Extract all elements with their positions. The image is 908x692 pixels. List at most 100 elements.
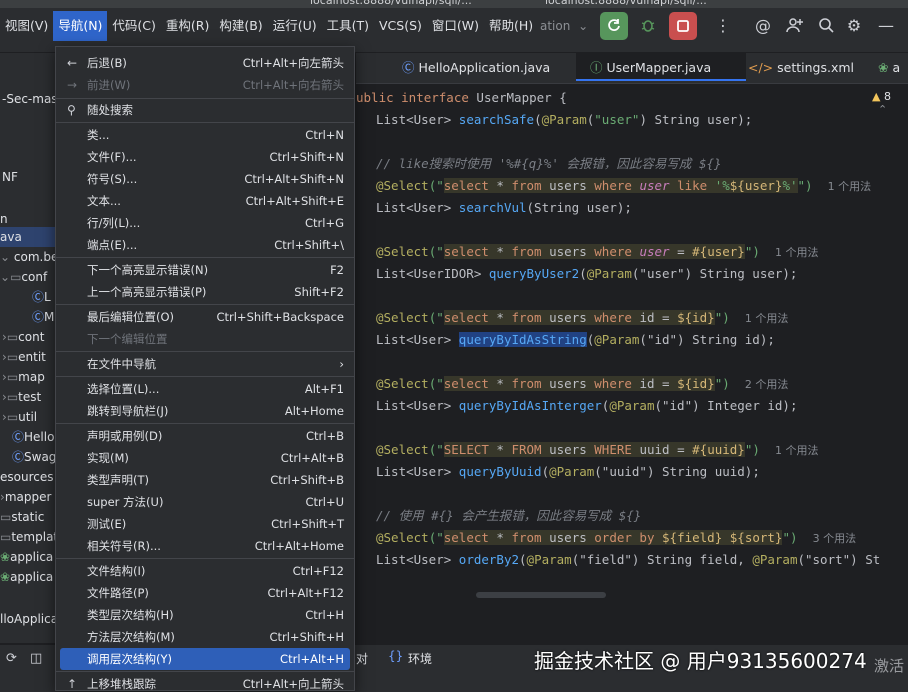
browser-tab[interactable]: localhost:8888/vulnapi/sqli/... [310,0,480,8]
tree-node[interactable]: NF [2,167,18,187]
tree-node[interactable]: ›▭map [2,367,45,387]
tree-node[interactable]: esources [0,467,53,487]
tab-hello-application[interactable]: Ⓒ HelloApplication.java [402,53,550,83]
menu-item-super-method[interactable]: super 方法(U) Ctrl+U [60,491,350,513]
tab-overflow[interactable]: ❀ a [878,53,900,83]
menu-help[interactable]: 帮助(H) [484,11,538,41]
tree-node[interactable]: ›▭cont [2,327,44,347]
bottom-tab[interactable]: 对 [356,650,368,667]
usage-hint: 1 个用法 [744,312,789,325]
menu-item-last-edit-location[interactable]: 最后编辑位置(O) Ctrl+Shift+Backspace [60,306,350,328]
tree-node[interactable]: -Sec-mast [2,89,56,109]
tree-node-label: util [18,410,38,424]
menu-item-jump-to-navigation-bar[interactable]: 跳转到导航栏(J) Alt+Home [60,400,350,422]
debug-button[interactable] [637,14,659,36]
tree-node-label: test [18,390,42,404]
tab-label: UserMapper.java [606,60,712,75]
tree-node[interactable]: ⌄▭conf [0,267,47,287]
menu-item-class[interactable]: 类... Ctrl+N [60,124,350,146]
navigate-menu-popup: ← 后退(B) Ctrl+Alt+向左箭头 → 前进(W) Ctrl+Alt+向右箭头 … [55,46,355,691]
menu-refactor[interactable]: 重构(R) [161,11,214,41]
menu-code[interactable]: 代码(C) [107,11,160,41]
menu-item-type-declaration[interactable]: 类型声明(T) Ctrl+Shift+B [60,469,350,491]
menu-item-up-stack-trace[interactable]: ↑ 上移堆栈跟踪 Ctrl+Alt+向上箭头 [60,673,350,690]
menu-item-navigate-in-file[interactable]: 在文件中导航 › [60,353,350,375]
tree-node[interactable]: n [0,209,8,229]
rerun-button[interactable] [600,12,628,40]
minimize-window-button[interactable]: — [875,14,897,36]
menu-navigate[interactable]: 导航(N) [53,11,108,41]
menu-item-declaration-or-usages[interactable]: 声明或用例(D) Ctrl+B [60,425,350,447]
menu-item-next-edit-location[interactable]: 下一个编辑位置 [60,328,350,350]
tree-node[interactable]: ▭templat [0,527,56,547]
tree-node[interactable]: ❀applica [0,547,53,567]
menu-item-file[interactable]: 文件(F)... Ctrl+Shift+N [60,146,350,168]
tree-node[interactable]: ›mapper [0,487,51,507]
ai-assistant-button[interactable]: @ [752,14,774,36]
menu-item-previous-error[interactable]: 上一个高亮显示错误(P) Shift+F2 [60,281,350,303]
menu-window[interactable]: 窗口(W) [427,11,484,41]
warning-count: 8 [883,90,891,103]
tree-node[interactable]: lloApplicat [0,609,56,629]
chevron-up-icon: ⌃ [878,103,888,116]
menu-item-related-symbol[interactable]: 相关符号(R)... Ctrl+Alt+Home [60,535,350,557]
restart-icon[interactable]: ⟳ [6,651,17,666]
tree-node-label: mapper [4,490,52,504]
code-line: ublic interface UserMapper { [356,90,567,105]
menu-vcs[interactable]: VCS(S) [374,11,427,41]
search-everywhere-button[interactable] [815,14,837,36]
tree-node[interactable]: ⒸL [32,287,51,307]
menu-item-select-in[interactable]: 选择位置(L)... Alt+F1 [60,378,350,400]
rerun-icon [608,19,620,31]
project-tree-panel: -Sec-mast NF n ava ⌄ com.be ⌄▭conf ⒸL ⒸM… [0,53,56,643]
menu-item-method-hierarchy[interactable]: 方法层次结构(M) Ctrl+Shift+H [60,626,350,648]
menu-view[interactable]: 视图(V) [0,11,53,41]
class-icon: Ⓒ [12,450,25,464]
tree-node[interactable]: ⒸSwag [12,447,56,467]
menu-item-endpoints[interactable]: 端点(E)... Ctrl+Shift+\ [60,234,350,256]
tree-node[interactable]: ▭static [0,507,44,527]
tree-node[interactable]: ›▭entit [2,347,46,367]
menu-item-line-column[interactable]: 行/列(L)... Ctrl+G [60,212,350,234]
inspection-widget[interactable]: ▲ 8 ⌃ [872,90,908,116]
code-editor[interactable]: ▲ 8 ⌃ ublic interface UserMapper { List<… [356,84,908,644]
tree-node-selected[interactable]: ava [0,227,56,247]
menu-item-forward[interactable]: → 前进(W) Ctrl+Alt+向右箭头 [60,74,350,96]
more-actions-button[interactable]: ⋮ [712,14,734,36]
menu-item-type-hierarchy[interactable]: 类型层次结构(H) Ctrl+H [60,604,350,626]
tree-node[interactable]: ›▭test [2,387,41,407]
menu-item-file-structure[interactable]: 文件结构(I) Ctrl+F12 [60,560,350,582]
usage-hint: 3 个用法 [812,532,857,545]
interface-icon: Ⓘ [590,60,603,75]
code-with-me-button[interactable] [784,14,806,36]
stop-button[interactable] [669,12,697,40]
minimize-icon: — [878,15,894,35]
tree-node[interactable]: ›▭util [2,407,37,427]
menu-item-text[interactable]: 文本... Ctrl+Alt+Shift+E [60,190,350,212]
tree-node[interactable]: ⒸM [32,307,54,327]
menu-item-implementations[interactable]: 实现(M) Ctrl+Alt+B [60,447,350,469]
tree-node[interactable]: ❀applica [0,567,53,587]
menu-separator [56,671,354,672]
stop-small-icon[interactable]: ◫ [30,651,42,666]
menu-tools[interactable]: 工具(T) [322,11,374,41]
menu-item-test[interactable]: 测试(E) Ctrl+Shift+T [60,513,350,535]
bottom-tab[interactable]: 环境 [408,650,432,667]
run-configuration-selector[interactable]: ation ⌄ [540,14,588,38]
menu-run[interactable]: 运行(U) [268,11,322,41]
chevron-down-icon: ⌄ [0,250,11,264]
menu-build[interactable]: 构建(B) [214,11,267,41]
menu-item-symbol[interactable]: 符号(S)... Ctrl+Alt+Shift+N [60,168,350,190]
tree-node[interactable]: ⌄ com.be [0,247,56,267]
tree-node[interactable]: ⒸHello [12,427,54,447]
menu-item-back[interactable]: ← 后退(B) Ctrl+Alt+向左箭头 [60,52,350,74]
tab-settings-xml[interactable]: </> settings.xml [748,53,854,83]
menu-item-file-path[interactable]: 文件路径(P) Ctrl+Alt+F12 [60,582,350,604]
menu-item-search-everywhere[interactable]: ⚲ 随处搜索 [60,99,350,121]
browser-tab[interactable]: localhost:8888/vulnapi/sqli/... [545,0,715,8]
settings-button[interactable]: ⚙ [843,14,865,36]
menu-item-next-error[interactable]: 下一个高亮显示错误(N) F2 [60,259,350,281]
menu-item-call-hierarchy[interactable]: 调用层次结构(Y) Ctrl+Alt+H [60,648,350,670]
horizontal-scrollbar[interactable] [476,592,606,598]
tab-usermapper[interactable]: Ⓘ UserMapper.java [576,53,746,81]
